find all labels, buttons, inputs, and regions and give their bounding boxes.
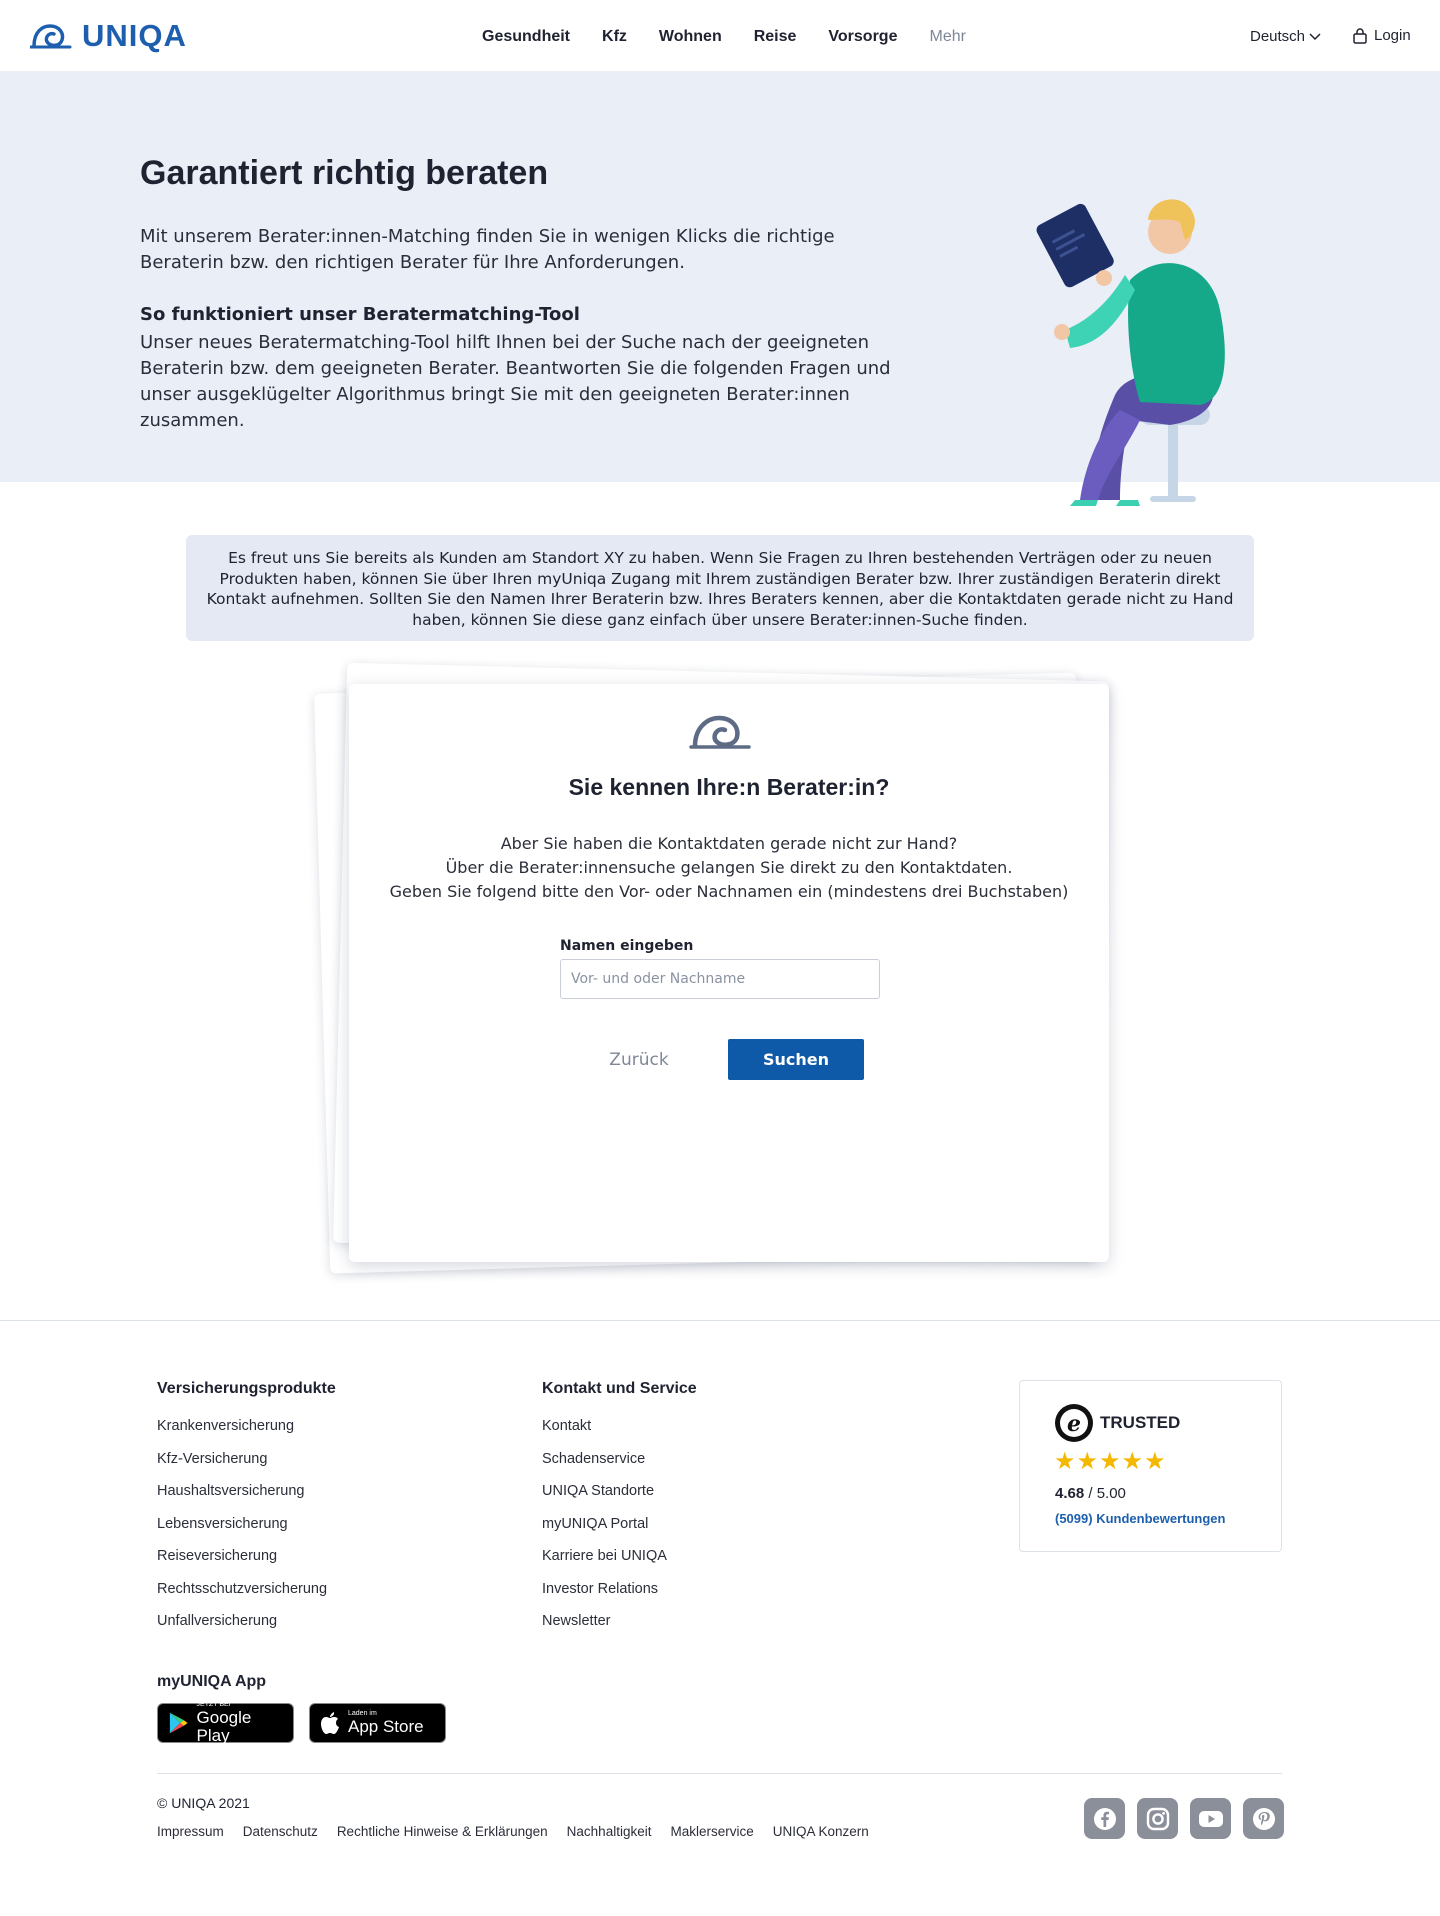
nav-item-reise[interactable]: Reise — [754, 28, 797, 46]
legal-link-rechtliche-hinweise[interactable]: Rechtliche Hinweise & Erklärungen — [337, 1824, 548, 1839]
footer-link-unfallversicherung[interactable]: Unfallversicherung — [157, 1613, 327, 1646]
trusted-shops-widget[interactable]: e TRUSTED ★★★★★ 4.68 / 5.00 (5099) Kunde… — [1019, 1380, 1282, 1552]
app-store-button[interactable]: Laden im App Store — [309, 1703, 446, 1743]
footer-link-kfz-versicherung[interactable]: Kfz-Versicherung — [157, 1451, 327, 1484]
trusted-badge: e TRUSTED — [1054, 1403, 1180, 1443]
legal-link-datenschutz[interactable]: Datenschutz — [243, 1824, 318, 1839]
login-label: Login — [1374, 27, 1411, 44]
youtube-icon — [1198, 1810, 1223, 1827]
legal-link-nachhaltigkeit[interactable]: Nachhaltigkeit — [567, 1824, 652, 1839]
copyright: © UNIQA 2021 — [157, 1795, 250, 1811]
card-text-line: Über die Berater:innensuche gelangen Sie… — [445, 858, 1013, 877]
app-store-big-text: App Store — [348, 1717, 424, 1736]
back-button[interactable]: Zurück — [589, 1040, 689, 1080]
legal-link-maklerservice[interactable]: Maklerservice — [670, 1824, 753, 1839]
name-field-label: Namen eingeben — [560, 938, 694, 954]
footer-link-reiseversicherung[interactable]: Reiseversicherung — [157, 1548, 327, 1581]
language-label: Deutsch — [1250, 28, 1306, 45]
uniqa-mark-icon — [689, 715, 751, 749]
hero-subtitle: So funktioniert unser Beratermatching-To… — [140, 304, 580, 325]
rating-value: 4.68 / 5.00 — [1055, 1485, 1126, 1502]
facebook-icon — [1093, 1807, 1116, 1830]
footer-divider-bottom — [157, 1773, 1282, 1774]
rating-score: 4.68 — [1055, 1485, 1085, 1502]
site-header: UNIQA Gesundheit Kfz Wohnen Reise Vorsor… — [0, 0, 1440, 72]
main-nav: Gesundheit Kfz Wohnen Reise Vorsorge Meh… — [482, 28, 998, 46]
nav-item-vorsorge[interactable]: Vorsorge — [828, 28, 897, 46]
products-list: Krankenversicherung Kfz-Versicherung Hau… — [157, 1418, 327, 1646]
info-banner-text: Es freut uns Sie bereits als Kunden am S… — [206, 549, 1234, 629]
rating-max: / 5.00 — [1088, 1485, 1126, 1502]
info-banner: Es freut uns Sie bereits als Kunden am S… — [186, 535, 1254, 641]
pinterest-button[interactable] — [1243, 1798, 1284, 1839]
footer-link-kontakt[interactable]: Kontakt — [542, 1418, 667, 1451]
social-links — [1084, 1798, 1284, 1839]
card-text-line: Geben Sie folgend bitte den Vor- oder Na… — [389, 882, 1069, 901]
footer-link-karriere[interactable]: Karriere bei UNIQA — [542, 1548, 667, 1581]
facebook-button[interactable] — [1084, 1798, 1125, 1839]
reviews-link[interactable]: (5099) Kundenbewertungen — [1055, 1511, 1225, 1526]
nav-item-mehr[interactable]: Mehr — [929, 28, 965, 46]
footer-link-haushaltsversicherung[interactable]: Haushaltsversicherung — [157, 1483, 327, 1516]
hero-text: Unser neues Beratermatching-Tool hilft I… — [140, 332, 891, 431]
service-heading: Kontakt und Service — [542, 1380, 697, 1397]
uniqa-logo[interactable]: UNIQA — [30, 18, 187, 53]
card-description: Aber Sie haben die Kontaktdaten gerade n… — [349, 832, 1109, 904]
name-search-input[interactable] — [560, 959, 880, 999]
footer-link-standorte[interactable]: UNIQA Standorte — [542, 1483, 667, 1516]
login-button[interactable]: Login — [1352, 27, 1411, 44]
advisor-illustration — [1036, 199, 1225, 506]
legal-link-impressum[interactable]: Impressum — [157, 1824, 224, 1839]
trusted-label: TRUSTED — [1100, 1413, 1181, 1432]
lock-icon — [1353, 27, 1367, 44]
card-text-line: Aber Sie haben die Kontaktdaten gerade n… — [500, 834, 958, 853]
footer-link-investor-relations[interactable]: Investor Relations — [542, 1581, 667, 1614]
google-play-icon — [169, 1712, 188, 1734]
nav-item-gesundheit[interactable]: Gesundheit — [482, 28, 570, 46]
footer-link-schadenservice[interactable]: Schadenservice — [542, 1451, 667, 1484]
logo-text: UNIQA — [82, 18, 187, 53]
pinterest-icon — [1252, 1807, 1275, 1830]
legal-links: Impressum Datenschutz Rechtliche Hinweis… — [157, 1824, 888, 1839]
service-list: Kontakt Schadenservice UNIQA Standorte m… — [542, 1418, 667, 1646]
svg-text:e: e — [1067, 1411, 1081, 1437]
footer-divider — [0, 1320, 1440, 1321]
nav-item-wohnen[interactable]: Wohnen — [659, 28, 722, 46]
apple-icon — [321, 1712, 339, 1734]
rating-stars: ★★★★★ — [1054, 1447, 1167, 1475]
google-play-button[interactable]: JETZT BEI Google Play — [157, 1701, 294, 1745]
nav-item-kfz[interactable]: Kfz — [602, 28, 627, 46]
footer-link-krankenversicherung[interactable]: Krankenversicherung — [157, 1418, 327, 1451]
legal-link-uniqa-konzern[interactable]: UNIQA Konzern — [773, 1824, 869, 1839]
footer-link-newsletter[interactable]: Newsletter — [542, 1613, 667, 1646]
search-button[interactable]: Suchen — [728, 1039, 864, 1080]
products-heading: Versicherungsprodukte — [157, 1380, 336, 1397]
chevron-down-icon — [1309, 32, 1321, 40]
hero-intro: Mit unserem Berater:innen-Matching finde… — [140, 226, 835, 273]
footer-link-rechtsschutzversicherung[interactable]: Rechtsschutzversicherung — [157, 1581, 327, 1614]
footer-link-myuniqa-portal[interactable]: myUNIQA Portal — [542, 1516, 667, 1549]
google-play-big-text: Google Play — [196, 1708, 252, 1745]
page-title: Garantiert richtig beraten — [140, 154, 549, 192]
card-title: Sie kennen Ihre:n Berater:in? — [568, 774, 890, 800]
advisor-search-card: Sie kennen Ihre:n Berater:in? Aber Sie h… — [349, 684, 1109, 1262]
trusted-shops-icon: e — [1055, 1404, 1093, 1442]
youtube-button[interactable] — [1190, 1798, 1231, 1839]
footer-link-lebensversicherung[interactable]: Lebensversicherung — [157, 1516, 327, 1549]
app-heading: myUNIQA App — [157, 1673, 267, 1690]
language-selector[interactable]: Deutsch — [1250, 28, 1321, 45]
instagram-icon — [1146, 1807, 1169, 1830]
uniqa-logo-icon — [30, 24, 72, 49]
instagram-button[interactable] — [1137, 1798, 1178, 1839]
